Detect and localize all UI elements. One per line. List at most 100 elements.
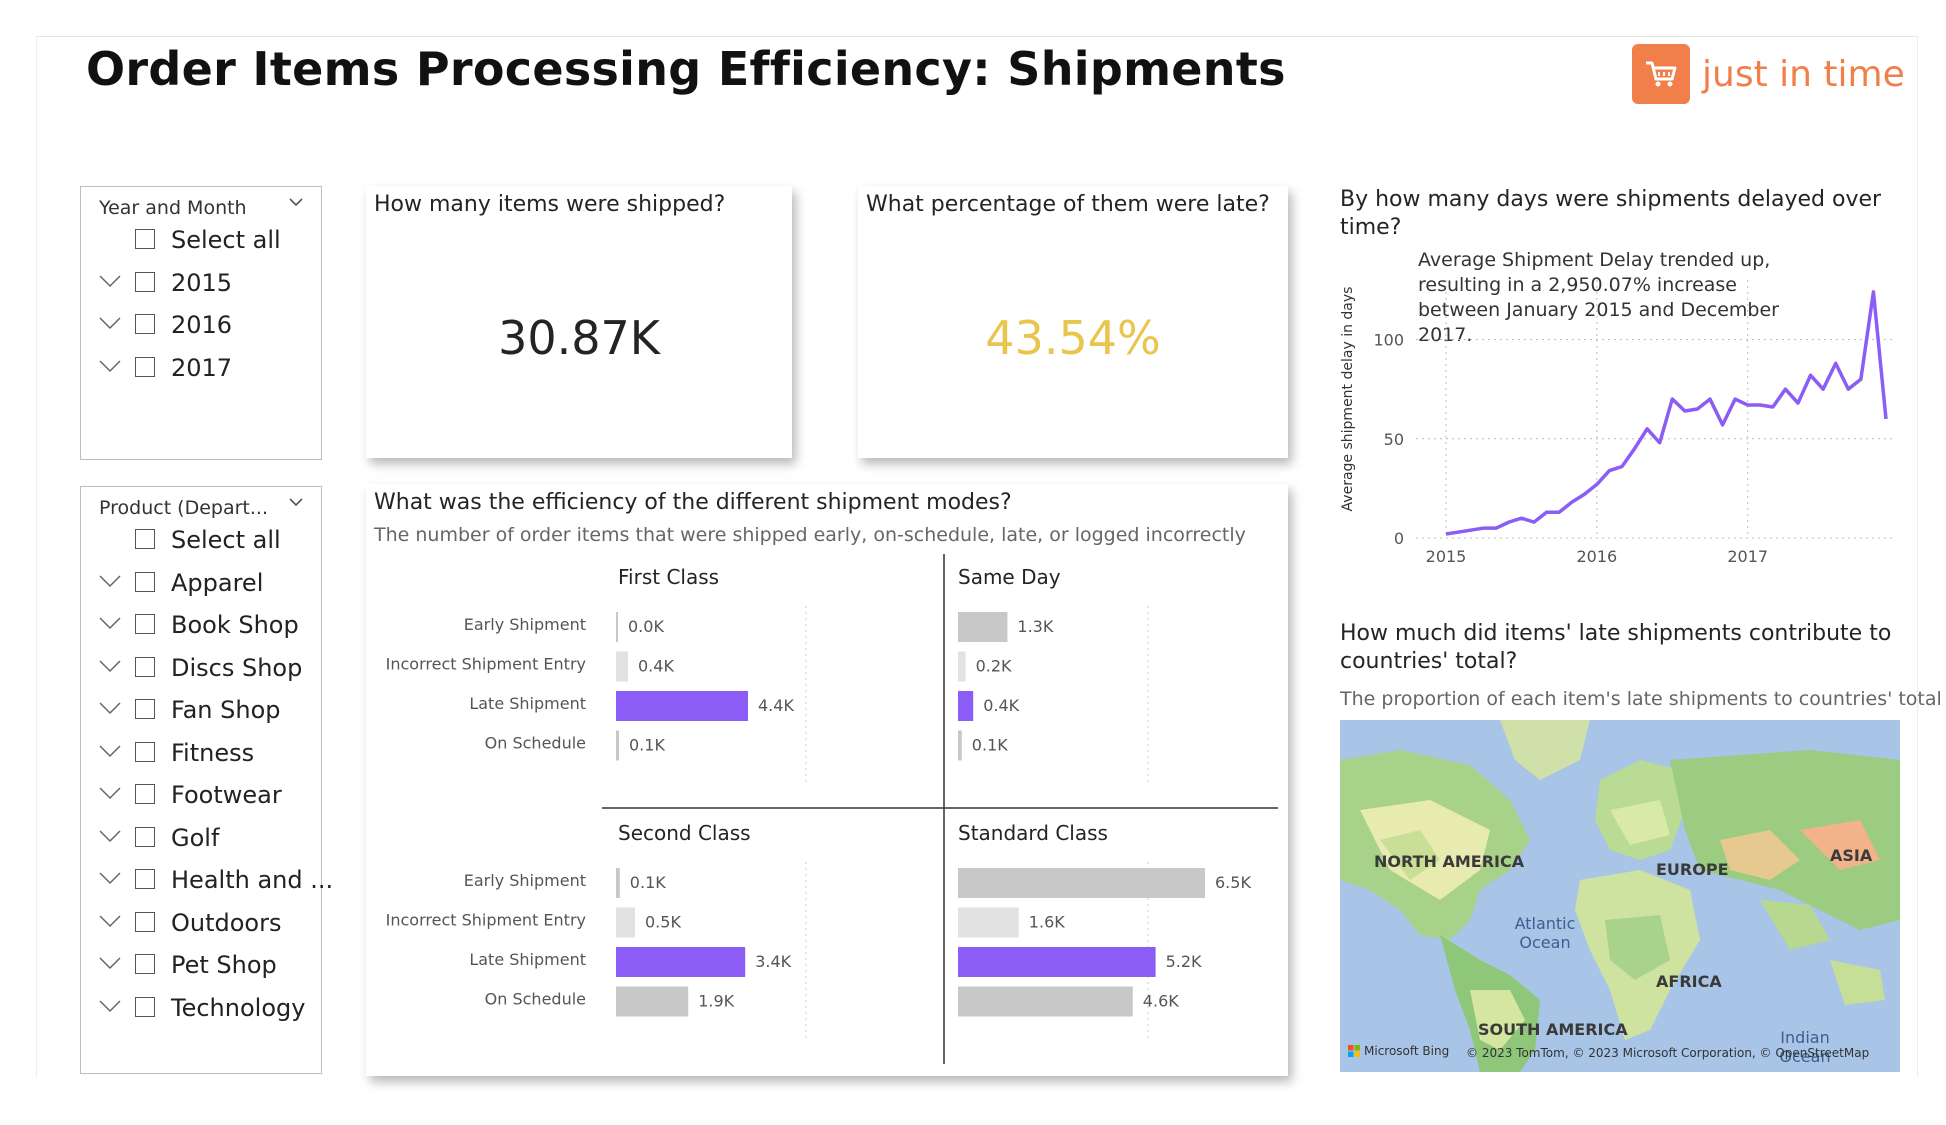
slicer-item-label: Footwear — [171, 781, 282, 809]
kpi-value: 30.87K — [498, 311, 660, 365]
data-label: 0.1K — [972, 736, 1008, 755]
data-label: 5.2K — [1166, 952, 1202, 971]
data-label: 0.5K — [645, 913, 681, 932]
slicer-item[interactable]: Select all — [81, 223, 321, 266]
slicer-header[interactable]: Product (Depart... — [81, 487, 321, 523]
checkbox[interactable] — [135, 529, 155, 549]
y-tick-label: 100 — [1373, 331, 1404, 350]
map-copyright[interactable]: © 2023 TomTom, © 2023 Microsoft Corporat… — [1466, 1046, 1869, 1060]
map-label-atlantic: Atlantic Ocean — [1514, 914, 1576, 952]
shipment-modes-card: What was the efficiency of the different… — [366, 484, 1288, 1076]
chevron-down-icon[interactable] — [99, 999, 121, 1013]
slicer-item-label: Golf — [171, 823, 220, 852]
category-label: On Schedule — [485, 990, 586, 1009]
slicer-item[interactable]: 2015 — [81, 266, 321, 309]
logo: just in time — [1632, 44, 1905, 104]
data-label: 0.4K — [983, 696, 1019, 715]
slicer-item[interactable]: Fan Shop — [81, 693, 321, 736]
slicer-item-label: 2015 — [171, 268, 233, 297]
chevron-down-icon[interactable] — [99, 359, 121, 373]
slicer-list: Select all Apparel Book Shop Discs Shop Fan … — [81, 523, 333, 1034]
world-map[interactable]: NORTH AMERICA EUROPE ASIA AFRICA SOUTH A… — [1340, 720, 1900, 1072]
card-question: How many items were shipped? — [374, 192, 726, 217]
chevron-down-icon[interactable] — [99, 574, 121, 588]
checkbox[interactable] — [135, 741, 155, 762]
data-label: 1.3K — [1017, 617, 1053, 636]
slicer-item[interactable]: Apparel — [81, 566, 321, 609]
bing-attribution: Microsoft Bing — [1348, 1044, 1449, 1058]
chevron-down-icon[interactable] — [99, 914, 121, 928]
page-title: Order Items Processing Efficiency: Shipm… — [86, 42, 1286, 96]
shopping-cart-icon — [1632, 44, 1690, 104]
slicer-item[interactable]: 2017 — [81, 351, 321, 394]
checkbox[interactable] — [135, 571, 155, 592]
kpi-value: 43.54% — [985, 311, 1161, 365]
slicer-item[interactable]: Book Shop — [81, 608, 321, 651]
checkbox[interactable] — [135, 614, 155, 634]
slicer-item[interactable]: Technology — [81, 991, 321, 1034]
product-department-slicer: Product (Depart... Select all Apparel Book… — [80, 486, 333, 1074]
slicer-item-label: Technology — [171, 993, 306, 1022]
slicer-item[interactable]: Footwear — [81, 778, 321, 821]
checkbox[interactable] — [135, 356, 155, 377]
checkbox[interactable] — [135, 996, 155, 1017]
slicer-item[interactable]: Select all — [81, 523, 321, 566]
slicer-item-label: 2017 — [171, 353, 233, 382]
bing-text: Microsoft Bing — [1364, 1044, 1450, 1058]
checkbox[interactable] — [135, 869, 155, 889]
chevron-down-icon[interactable] — [99, 871, 121, 885]
checkbox[interactable] — [135, 954, 155, 974]
category-label: On Schedule — [485, 734, 586, 753]
chevron-down-icon[interactable] — [99, 316, 121, 330]
data-label: 1.6K — [1029, 913, 1065, 932]
map-label-europe: EUROPE — [1656, 860, 1729, 879]
checkbox[interactable] — [135, 271, 155, 292]
slicer-item[interactable]: Discs Shop — [81, 651, 321, 694]
panel-title: Same Day — [958, 565, 1061, 589]
chevron-down-icon[interactable] — [99, 701, 121, 715]
slicer-item[interactable]: Health and ... — [81, 863, 333, 906]
bar — [958, 986, 1133, 1017]
map-label-asia: ASIA — [1830, 846, 1873, 865]
checkbox[interactable] — [135, 229, 155, 249]
slicer-item[interactable]: Fitness — [81, 736, 321, 779]
category-label: Incorrect Shipment Entry — [386, 655, 586, 674]
checkbox[interactable] — [135, 314, 155, 334]
slicer-item-label: 2016 — [171, 311, 233, 339]
checkbox[interactable] — [135, 656, 155, 677]
slicer-header[interactable]: Year and Month — [81, 187, 321, 223]
chevron-down-icon[interactable] — [99, 616, 121, 630]
bar — [958, 868, 1205, 898]
map-title: How much did items' late shipments contr… — [1340, 621, 1892, 674]
bar — [958, 730, 962, 761]
chevron-down-icon[interactable] — [99, 956, 121, 970]
category-label: Late Shipment — [469, 694, 586, 713]
y-axis-label: Average shipment delay in days — [1340, 287, 1356, 512]
slicer-item[interactable]: Outdoors — [81, 906, 321, 949]
checkbox[interactable] — [135, 826, 155, 847]
map-label-south-america: SOUTH AMERICA — [1478, 1020, 1628, 1039]
y-tick-label: 0 — [1394, 529, 1404, 548]
data-label: 0.1K — [630, 873, 666, 892]
chevron-down-icon[interactable] — [99, 786, 121, 800]
slicer-item[interactable]: Golf — [81, 821, 321, 864]
x-tick-label: 2016 — [1576, 547, 1617, 566]
checkbox[interactable] — [135, 699, 155, 719]
chevron-down-icon[interactable] — [99, 659, 121, 673]
panel-title: Standard Class — [958, 821, 1108, 845]
category-label: Incorrect Shipment Entry — [386, 911, 586, 930]
slicer-item[interactable]: 2016 — [81, 308, 321, 351]
chevron-down-icon[interactable] — [99, 744, 121, 758]
chevron-down-icon[interactable] — [99, 274, 121, 288]
checkbox[interactable] — [135, 911, 155, 932]
slicer-item[interactable]: Pet Shop — [81, 948, 321, 991]
chevron-down-icon[interactable] — [289, 195, 303, 209]
chevron-down-icon[interactable] — [289, 495, 303, 509]
checkbox[interactable] — [135, 784, 155, 804]
late-percentage-card: What percentage of them were late? 43.54… — [858, 186, 1288, 458]
chevron-down-icon[interactable] — [99, 829, 121, 843]
bar — [616, 986, 689, 1017]
slicer-item-label: Pet Shop — [171, 951, 277, 979]
map-subtitle: The proportion of each item's late shipm… — [1340, 688, 1942, 710]
panel-title: First Class — [618, 565, 719, 589]
